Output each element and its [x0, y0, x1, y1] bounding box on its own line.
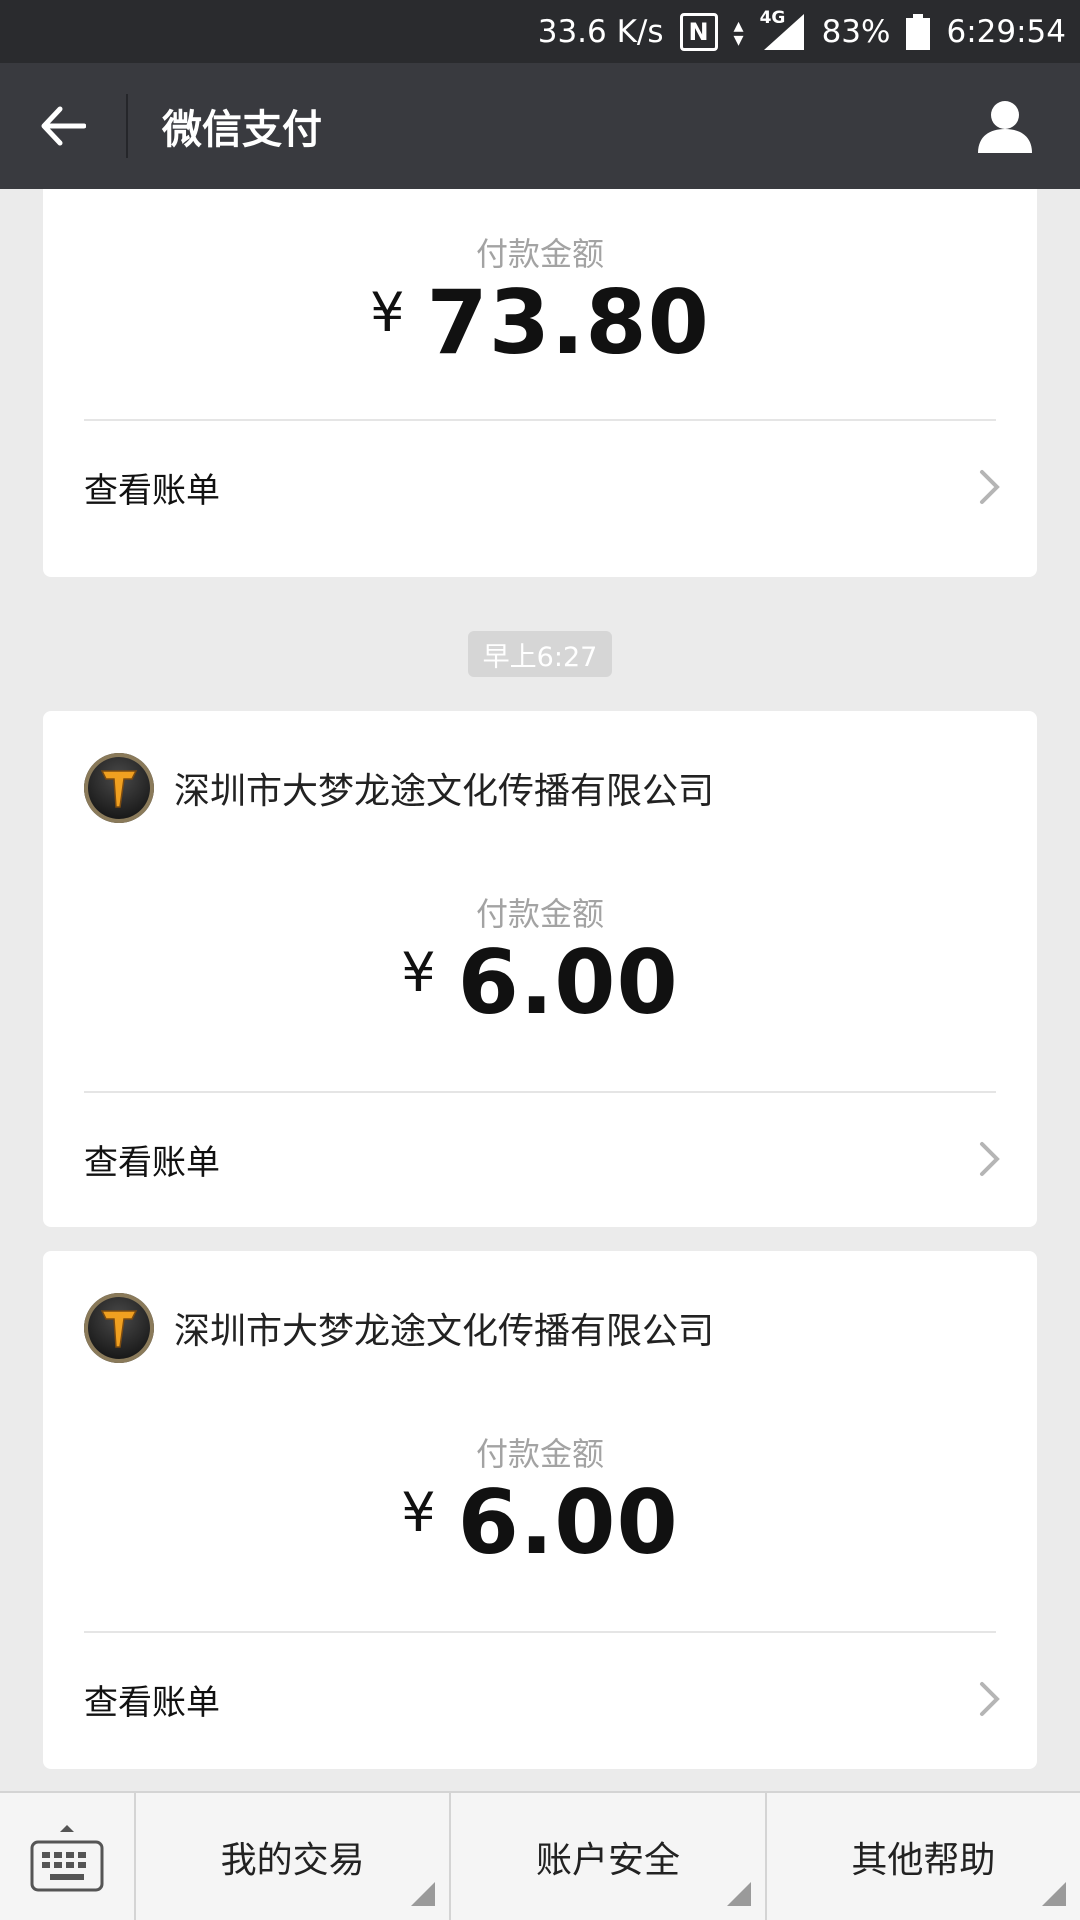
merchant-logo: [84, 753, 154, 823]
back-button[interactable]: [0, 63, 126, 189]
user-icon: [978, 101, 1032, 153]
status-bar: 33.6 K/s N ▴ ▾ 4G 83% 6:29:54: [0, 0, 1080, 63]
merchant-name: 深圳市大梦龙途文化传播有限公司: [174, 1311, 715, 1352]
keyboard-toggle-button[interactable]: [0, 1793, 136, 1920]
amount-value: 73.80: [426, 271, 710, 374]
message-list[interactable]: 付款金额 ¥ 73.80 查看账单 早上6:27 深圳市大梦龙途文化传播有限公司…: [0, 189, 1080, 1791]
payment-card: 深圳市大梦龙途文化传播有限公司 付款金额 ¥ 6.00 查看账单: [43, 711, 1037, 1227]
view-bill-label: 查看账单: [84, 1142, 220, 1183]
nav-bar: 微信支付: [0, 63, 1080, 189]
tab-label: 账户安全: [535, 1839, 680, 1881]
arrow-left-icon: [41, 106, 86, 146]
amount-label: 付款金额: [475, 1435, 604, 1473]
amount-row: ¥ 6.00: [43, 1479, 1037, 1567]
view-bill-link[interactable]: 查看账单: [84, 457, 1001, 517]
bottom-menu: 我的交易 账户安全 其他帮助: [0, 1791, 1080, 1920]
tab-label: 我的交易: [220, 1839, 365, 1881]
submenu-indicator-icon: [726, 1882, 751, 1906]
tab-label: 其他帮助: [851, 1839, 996, 1881]
chevron-right-icon: [980, 1682, 1000, 1716]
amount-label: 付款金额: [475, 235, 604, 273]
amount-value: 6.00: [457, 1471, 679, 1574]
keyboard-icon: [30, 1824, 104, 1891]
chevron-right-icon: [980, 470, 1000, 504]
tab-account-security[interactable]: 账户安全: [451, 1793, 767, 1920]
payment-card: 深圳市大梦龙途文化传播有限公司 付款金额 ¥ 6.00 查看账单: [43, 1251, 1037, 1769]
battery-icon: [906, 13, 931, 50]
divider: [84, 1631, 996, 1633]
merchant-header[interactable]: 深圳市大梦龙途文化传播有限公司: [84, 1293, 714, 1363]
signal-icon: 4G: [760, 8, 806, 52]
battery-percent: 83%: [821, 13, 891, 50]
submenu-indicator-icon: [411, 1882, 436, 1906]
amount-value: 6.00: [457, 931, 679, 1034]
network-speed: 33.6 K/s: [537, 13, 664, 50]
amount-label: 付款金额: [475, 895, 604, 933]
view-bill-label: 查看账单: [84, 470, 220, 511]
merchant-name: 深圳市大梦龙途文化传播有限公司: [174, 771, 715, 812]
divider: [84, 419, 996, 421]
nfc-icon: N: [679, 12, 718, 51]
merchant-logo: [84, 1293, 154, 1363]
data-activity-icon: ▴ ▾: [733, 12, 744, 51]
page-title: 微信支付: [162, 107, 322, 153]
payment-card: 付款金额 ¥ 73.80 查看账单: [43, 189, 1037, 577]
currency-symbol: ¥: [401, 941, 436, 1004]
time-stamp: 早上6:27: [468, 631, 612, 677]
nav-divider: [126, 94, 128, 158]
divider: [84, 1091, 996, 1093]
view-bill-label: 查看账单: [84, 1682, 220, 1723]
tab-my-transactions[interactable]: 我的交易: [136, 1793, 452, 1920]
currency-symbol: ¥: [401, 1481, 436, 1544]
amount-row: ¥ 6.00: [43, 939, 1037, 1027]
view-bill-link[interactable]: 查看账单: [84, 1669, 1001, 1729]
profile-button[interactable]: [970, 91, 1040, 161]
tab-other-help[interactable]: 其他帮助: [767, 1793, 1080, 1920]
chevron-right-icon: [980, 1142, 1000, 1176]
merchant-header[interactable]: 深圳市大梦龙途文化传播有限公司: [84, 753, 714, 823]
currency-symbol: ¥: [370, 281, 405, 344]
clock: 6:29:54: [946, 13, 1066, 50]
submenu-indicator-icon: [1041, 1882, 1066, 1906]
amount-row: ¥ 73.80: [43, 279, 1037, 367]
view-bill-link[interactable]: 查看账单: [84, 1129, 1001, 1189]
